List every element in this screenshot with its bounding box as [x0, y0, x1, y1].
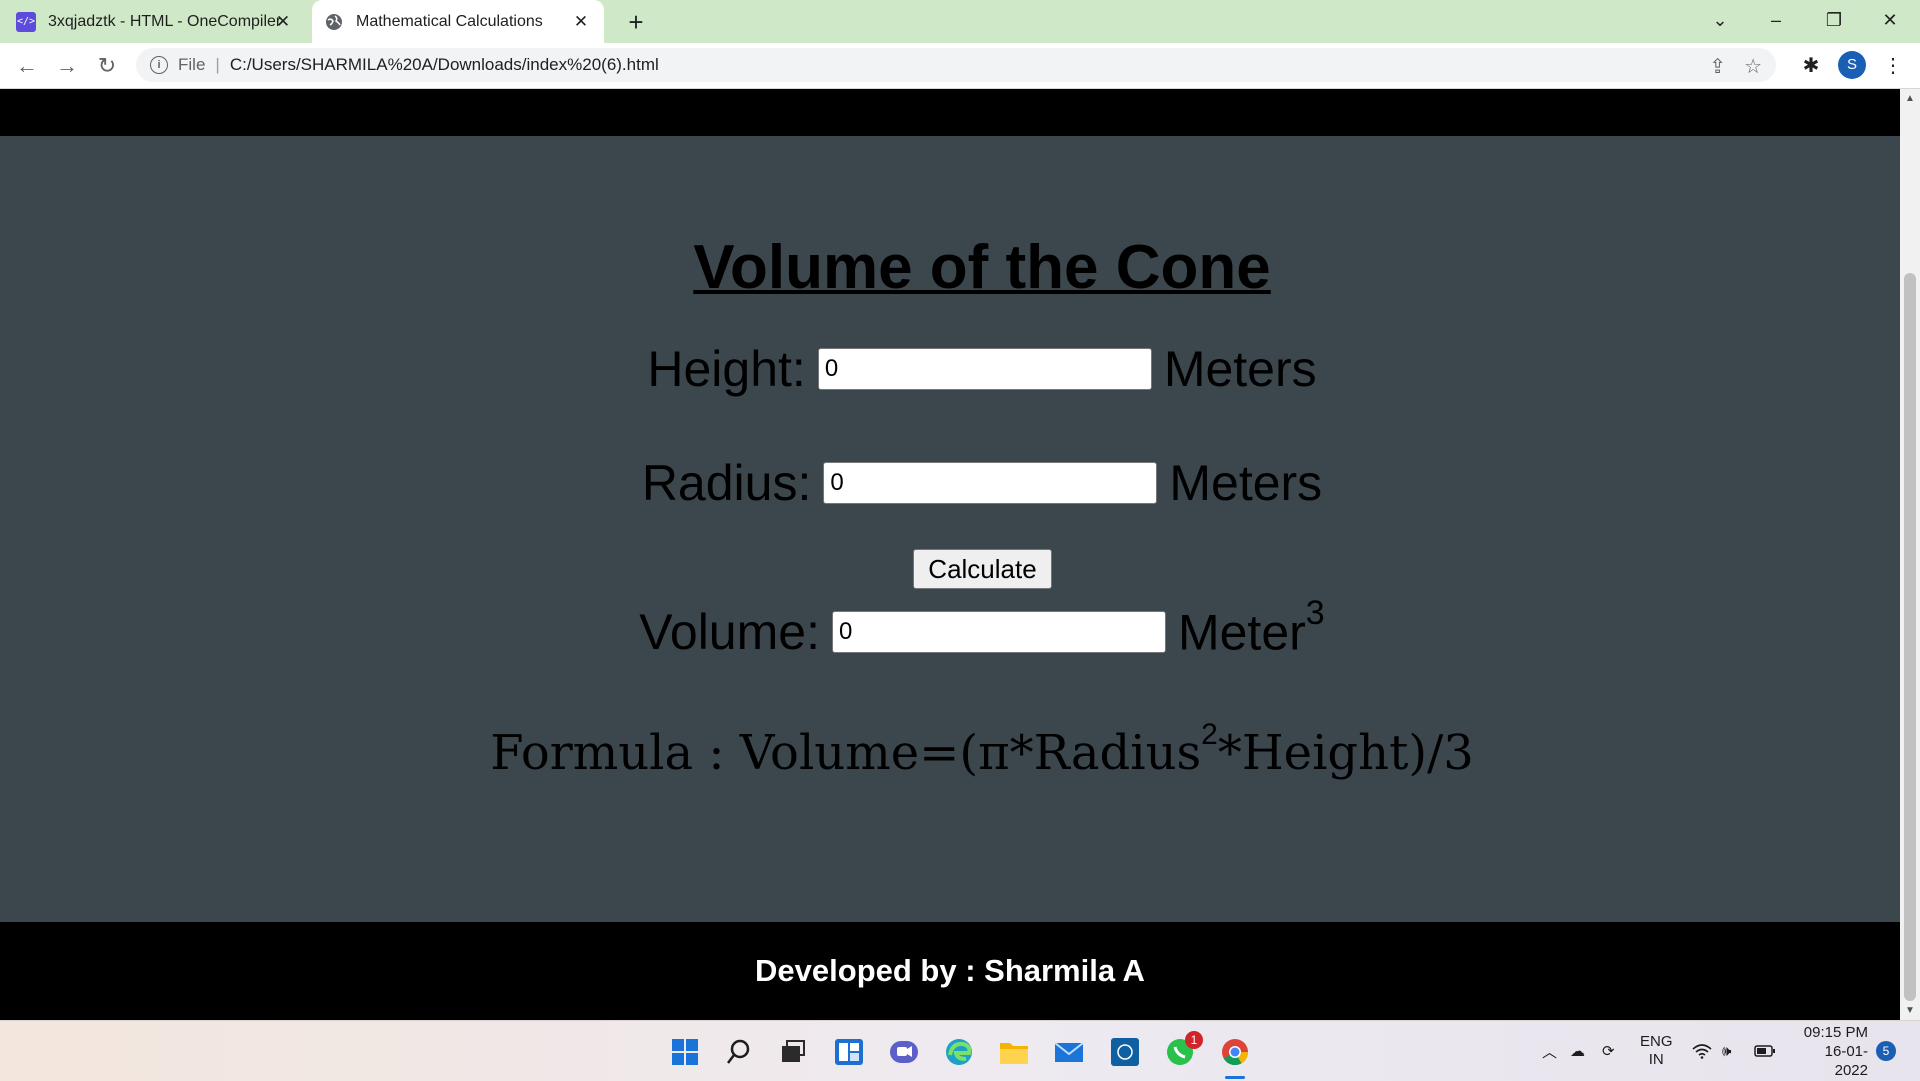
- close-tab-icon[interactable]: ✕: [572, 13, 590, 31]
- formula-text: Formula : Volume=(π*Radius2*Height)/3: [0, 718, 1920, 781]
- radius-row: Radius: Meters: [0, 454, 1920, 512]
- onecompiler-icon: </>: [16, 11, 36, 32]
- onedrive-icon[interactable]: ☁: [1570, 1021, 1585, 1081]
- search-icon[interactable]: [722, 1035, 756, 1069]
- volume-unit-text: Meter: [1177, 604, 1306, 661]
- bookmark-star-icon[interactable]: ☆: [1744, 54, 1762, 79]
- close-window-button[interactable]: ✕: [1862, 0, 1918, 43]
- battery-icon[interactable]: [1754, 1021, 1776, 1081]
- notification-badge: 1: [1185, 1031, 1203, 1049]
- radius-unit: Meters: [1169, 455, 1323, 511]
- minimize-button[interactable]: –: [1748, 0, 1804, 43]
- height-unit: Meters: [1163, 341, 1317, 397]
- page-scrollbar[interactable]: ▲ ▼: [1900, 89, 1920, 1020]
- dell-app-icon[interactable]: [1108, 1035, 1142, 1069]
- widgets-icon[interactable]: [832, 1035, 866, 1069]
- scroll-up-icon[interactable]: ▲: [1900, 93, 1920, 104]
- page-header-bar: [0, 89, 1900, 136]
- forward-icon[interactable]: →: [52, 51, 82, 81]
- footer: Developed by : Sharmila A: [0, 922, 1900, 1020]
- tab-title: 3xqjadztk - HTML - OneCompiler: [48, 12, 282, 30]
- date-label: 16-01-2022: [1824, 1042, 1868, 1079]
- volume-output[interactable]: [831, 610, 1166, 653]
- calculate-button[interactable]: Calculate: [913, 549, 1052, 589]
- sync-icon[interactable]: ⟳: [1602, 1021, 1615, 1081]
- close-tab-icon[interactable]: ✕: [274, 13, 292, 31]
- tab-mathematical-calculations[interactable]: Mathematical Calculations ✕: [312, 0, 604, 43]
- formula-exponent: 2: [1201, 718, 1218, 751]
- height-row: Height: Meters: [0, 340, 1920, 398]
- volume-row: Volume: Meter3: [0, 594, 1920, 662]
- time-label: 09:15 PM: [1803, 1023, 1868, 1041]
- active-app-indicator: [1225, 1076, 1245, 1079]
- radius-label: Radius:: [641, 455, 812, 511]
- scroll-down-icon[interactable]: ▼: [1900, 1005, 1920, 1016]
- mail-icon[interactable]: [1052, 1035, 1086, 1069]
- new-tab-button[interactable]: +: [622, 7, 650, 38]
- globe-icon: [324, 12, 344, 32]
- address-bar[interactable]: i File | C:/Users/SHARMILA%20A/Downloads…: [136, 48, 1776, 82]
- formula-suffix: *Height)/3: [1217, 725, 1474, 781]
- formula-prefix: Formula : Volume=(π*Radius: [490, 725, 1202, 781]
- toolbar: ← → ↻ i File | C:/Users/SHARMILA%20A/Dow…: [0, 43, 1920, 89]
- info-icon[interactable]: i: [150, 56, 168, 74]
- wifi-icon[interactable]: [1692, 1021, 1712, 1081]
- height-input[interactable]: [817, 348, 1152, 390]
- volume-icon[interactable]: 🕪: [1722, 1021, 1731, 1081]
- teams-chat-icon[interactable]: [887, 1035, 921, 1069]
- volume-unit: Meter3: [1177, 594, 1325, 662]
- page-title: Volume of the Cone: [693, 233, 1271, 302]
- profile-button[interactable]: S: [1838, 51, 1868, 81]
- radius-input[interactable]: [823, 462, 1158, 504]
- language-indicator[interactable]: ENG IN: [1640, 1021, 1673, 1081]
- language-label: ENG: [1640, 1033, 1673, 1050]
- region-label: IN: [1648, 1051, 1664, 1068]
- windows-start-icon[interactable]: [668, 1035, 702, 1069]
- divider: |: [215, 55, 220, 74]
- show-hidden-icons-icon[interactable]: ︿: [1542, 1021, 1557, 1081]
- tab-strip: </> 3xqjadztk - HTML - OneCompiler ✕ Mat…: [0, 0, 1920, 43]
- tab-search-icon[interactable]: ⌄: [1692, 0, 1748, 43]
- tab-title: Mathematical Calculations: [356, 12, 543, 30]
- extensions-icon[interactable]: ✱: [1796, 51, 1826, 81]
- clock[interactable]: 09:15 PM 16-01-2022: [1792, 1021, 1868, 1081]
- taskbar: 1 ︿ ☁ ⟳ ENG IN 🕪 09:15 PM 16-01-2022 5: [0, 1020, 1920, 1081]
- notification-center[interactable]: 5: [1876, 1021, 1896, 1081]
- task-view-icon[interactable]: [776, 1035, 810, 1069]
- scheme-label: File: [178, 55, 206, 74]
- url-text: C:/Users/SHARMILA%20A/Downloads/index%20…: [229, 55, 659, 74]
- volume-label: Volume:: [639, 603, 820, 660]
- whatsapp-icon[interactable]: 1: [1163, 1031, 1203, 1069]
- volume-unit-exponent: 3: [1305, 594, 1325, 632]
- scrollbar-thumb[interactable]: [1904, 273, 1916, 1001]
- main-content: Volume of the Cone Height: Meters Radius…: [0, 136, 1900, 922]
- reload-icon[interactable]: ↻: [92, 51, 122, 81]
- share-icon[interactable]: ⇪: [1709, 54, 1726, 79]
- tab-onecompiler[interactable]: </> 3xqjadztk - HTML - OneCompiler ✕: [16, 0, 306, 43]
- menu-icon[interactable]: ⋮: [1880, 51, 1906, 81]
- chrome-icon[interactable]: [1218, 1035, 1252, 1069]
- file-explorer-icon[interactable]: [997, 1035, 1031, 1069]
- restore-button[interactable]: ❐: [1806, 0, 1862, 43]
- notification-count-badge: 5: [1876, 1041, 1896, 1061]
- height-label: Height:: [647, 341, 806, 397]
- back-icon[interactable]: ←: [12, 51, 42, 81]
- avatar: S: [1838, 51, 1866, 79]
- edge-icon[interactable]: [942, 1035, 976, 1069]
